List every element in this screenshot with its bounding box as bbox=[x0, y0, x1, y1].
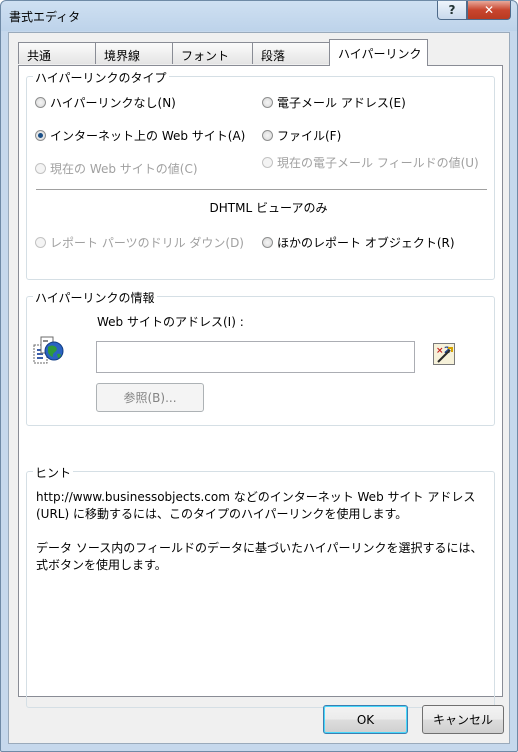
hint-group: ヒント http://www.businessobjects.com などのイン… bbox=[26, 464, 495, 708]
format-editor-window: 書式エディタ ? ✕ 共通 境界線 フォント 段落 ハイパーリンク ハイパーリン… bbox=[0, 0, 518, 752]
dhtml-viewer-caption: DHTML ビューアのみ bbox=[209, 201, 328, 215]
formula-icon[interactable]: × 2 bbox=[433, 343, 455, 365]
radio-circle[interactable] bbox=[262, 157, 273, 168]
ok-button[interactable]: OK bbox=[323, 705, 408, 734]
title-bar[interactable]: 書式エディタ ? ✕ bbox=[1, 1, 517, 31]
radio-file[interactable]: ファイル(F) bbox=[262, 127, 341, 144]
browse-button[interactable]: 参照(B)... bbox=[96, 383, 204, 412]
help-button[interactable]: ? bbox=[437, 1, 467, 20]
tab-hyperlink[interactable]: ハイパーリンク bbox=[329, 39, 428, 66]
tab-font[interactable]: フォント bbox=[172, 42, 253, 64]
tab-common[interactable]: 共通 bbox=[18, 42, 96, 64]
radio-website[interactable]: インターネット上の Web サイト(A) bbox=[35, 127, 245, 144]
radio-file-label: ファイル(F) bbox=[277, 129, 342, 143]
radio-circle[interactable] bbox=[262, 97, 273, 108]
hyperlink-globe-icon bbox=[33, 336, 65, 368]
hint-paragraph-formula: データ ソース内のフィールドのデータに基づいたハイパーリンクを選択するには、式ボ… bbox=[36, 541, 483, 572]
radio-circle[interactable] bbox=[35, 163, 46, 174]
radio-circle-selected[interactable] bbox=[35, 130, 46, 141]
radio-current-website-value-label: 現在の Web サイトの値(C) bbox=[50, 162, 198, 176]
radio-circle[interactable] bbox=[35, 97, 46, 108]
hyperlink-info-group: ハイパーリンクの情報 Web サイトのアドレス(I) : × 2 参照(B)..… bbox=[26, 289, 495, 426]
website-address-label: Web サイトのアドレス(I) : bbox=[97, 315, 244, 329]
radio-report-part-drilldown-label: レポート パーツのドリル ダウン(D) bbox=[50, 236, 244, 250]
hint-text: http://www.businessobjects.com などのインターネッ… bbox=[36, 489, 484, 574]
svg-text:×: × bbox=[436, 346, 444, 356]
radio-current-website-value[interactable]: 現在の Web サイトの値(C) bbox=[35, 160, 198, 177]
radio-current-email-field-value-label: 現在の電子メール フィールドの値(U) bbox=[277, 156, 479, 170]
radio-email-address[interactable]: 電子メール アドレス(E) bbox=[262, 94, 406, 111]
radio-report-part-drilldown[interactable]: レポート パーツのドリル ダウン(D) bbox=[35, 234, 244, 251]
radio-other-report-object-label: ほかのレポート オブジェクト(R) bbox=[277, 236, 455, 250]
radio-circle[interactable] bbox=[262, 130, 273, 141]
radio-other-report-object[interactable]: ほかのレポート オブジェクト(R) bbox=[262, 234, 455, 251]
radio-no-hyperlink-label: ハイパーリンクなし(N) bbox=[50, 96, 176, 110]
radio-email-address-label: 電子メール アドレス(E) bbox=[277, 96, 406, 110]
radio-website-label: インターネット上の Web サイト(A) bbox=[50, 129, 246, 143]
hint-paragraph-url: http://www.businessobjects.com などのインターネッ… bbox=[36, 490, 476, 521]
cancel-button[interactable]: キャンセル bbox=[422, 705, 504, 734]
tab-paragraph[interactable]: 段落 bbox=[252, 42, 330, 64]
hyperlink-info-label: ハイパーリンクの情報 bbox=[33, 289, 157, 306]
radio-circle[interactable] bbox=[262, 237, 273, 248]
hyperlink-type-label: ハイパーリンクのタイプ bbox=[33, 69, 169, 86]
dialog-client-area: 共通 境界線 フォント 段落 ハイパーリンク ハイパーリンクのタイプ ハイパーリ… bbox=[8, 32, 510, 744]
radio-circle[interactable] bbox=[35, 237, 46, 248]
hyperlink-tab-panel: ハイパーリンクのタイプ ハイパーリンクなし(N) 電子メール アドレス(E) イ… bbox=[18, 65, 503, 708]
radio-current-email-field-value[interactable]: 現在の電子メール フィールドの値(U) bbox=[262, 154, 479, 171]
website-address-input[interactable] bbox=[96, 341, 415, 373]
close-button[interactable]: ✕ bbox=[467, 1, 511, 20]
hint-label: ヒント bbox=[33, 464, 74, 481]
tab-border[interactable]: 境界線 bbox=[95, 42, 173, 64]
hyperlink-type-group: ハイパーリンクのタイプ ハイパーリンクなし(N) 電子メール アドレス(E) イ… bbox=[26, 69, 495, 280]
radio-no-hyperlink[interactable]: ハイパーリンクなし(N) bbox=[35, 94, 176, 111]
separator-line bbox=[36, 189, 487, 190]
window-title: 書式エディタ bbox=[9, 10, 81, 24]
